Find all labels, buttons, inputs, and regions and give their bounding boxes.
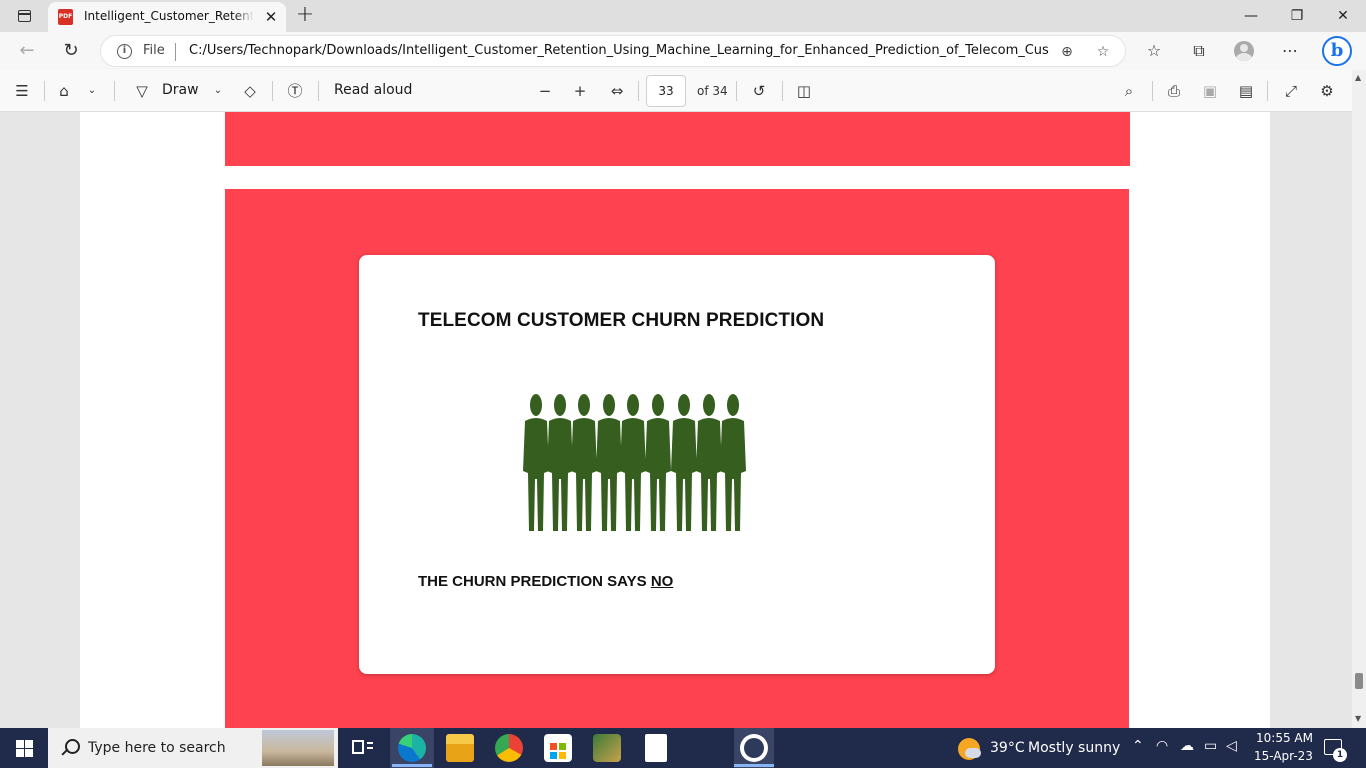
battery-icon[interactable]: ▭: [1204, 738, 1217, 754]
taskbar: Type here to search 39°C Mostly sunny ⌃ …: [0, 728, 1366, 768]
tab-title: Intelligent_Customer_Retention_Using_Mac…: [84, 9, 254, 25]
tray-chevron-icon[interactable]: ⌃: [1132, 738, 1144, 754]
url-text[interactable]: C:/Users/Technopark/Downloads/Intelligen…: [189, 43, 1049, 58]
draw-button[interactable]: Draw: [162, 82, 199, 98]
onedrive-icon[interactable]: ☁: [1180, 738, 1194, 754]
highlight-icon[interactable]: ⌂: [54, 79, 74, 103]
result-prefix: THE CHURN PREDICTION SAYS: [418, 573, 651, 590]
python-app-icon[interactable]: [593, 734, 621, 762]
toolbar-separator: [44, 81, 45, 101]
network-icon[interactable]: ◠: [1156, 738, 1168, 754]
minimize-button[interactable]: —: [1236, 4, 1266, 28]
toolbar-separator: [1152, 81, 1153, 101]
search-icon: [60, 738, 80, 758]
draw-dropdown-icon[interactable]: ⌄: [210, 79, 226, 103]
back-icon[interactable]: ←: [14, 39, 40, 63]
pdf-page: TELECOM CUSTOMER CHURN PREDICTION THE CH…: [80, 112, 1270, 728]
add-favorite-icon[interactable]: ☆: [1093, 42, 1113, 62]
notification-count: 1: [1333, 748, 1347, 762]
profile-icon[interactable]: [1234, 41, 1254, 61]
weather-temp[interactable]: 39°C: [990, 740, 1025, 756]
pdf-favicon-icon: PDF: [58, 9, 73, 25]
browser-tab[interactable]: PDF Intelligent_Customer_Retention_Using…: [48, 2, 286, 32]
clock-date[interactable]: 15-Apr-23: [1254, 749, 1313, 763]
info-icon[interactable]: i: [117, 44, 132, 59]
page-view-icon[interactable]: ◫: [794, 79, 814, 103]
omnibox-separator: [175, 43, 176, 61]
tab-bar: PDF Intelligent_Customer_Retention_Using…: [0, 0, 1366, 32]
highlight-dropdown-icon[interactable]: ⌄: [84, 79, 100, 103]
windows-start-icon[interactable]: [0, 728, 48, 768]
bing-icon[interactable]: b: [1322, 36, 1352, 66]
card-title: TELECOM CUSTOMER CHURN PREDICTION: [418, 310, 825, 331]
search-highlight-image[interactable]: [262, 730, 334, 766]
maximize-button[interactable]: ❐: [1282, 4, 1312, 28]
settings-gear-icon[interactable]: ⚙: [1316, 79, 1338, 103]
fit-width-icon[interactable]: ⇔: [606, 79, 628, 103]
close-window-button[interactable]: ✕: [1328, 4, 1358, 28]
file-explorer-icon[interactable]: [446, 734, 474, 762]
result-value: NO: [650, 573, 674, 590]
zoom-icon[interactable]: ⊕: [1057, 42, 1077, 62]
zoom-out-button[interactable]: −: [536, 79, 554, 103]
search-placeholder: Type here to search: [88, 740, 226, 756]
erase-icon[interactable]: ◇: [240, 79, 260, 103]
address-bar-row: ← ↻ i File C:/Users/Technopark/Downloads…: [0, 32, 1366, 70]
clock-time[interactable]: 10:55 AM: [1256, 731, 1313, 745]
pdf-toolbar: ☰ ⌂ ⌄ ▽ Draw ⌄ ◇ Ⓣ Read aloud − + ⇔ 33 o…: [0, 70, 1366, 112]
rotate-icon[interactable]: ↺: [749, 79, 769, 103]
favorites-icon[interactable]: ☆: [1141, 39, 1167, 63]
toolbar-separator: [272, 81, 273, 101]
find-icon[interactable]: ⌕: [1118, 79, 1140, 103]
edge-icon[interactable]: [398, 734, 426, 762]
toolbar-separator: [114, 81, 115, 101]
new-tab-button[interactable]: +: [294, 4, 316, 26]
contents-icon[interactable]: ☰: [12, 79, 32, 103]
chrome-icon[interactable]: [495, 734, 523, 762]
save-icon[interactable]: ▣: [1199, 79, 1221, 103]
toolbar-separator: [1267, 81, 1268, 101]
scroll-up-icon[interactable]: ▲: [1355, 73, 1361, 82]
more-icon[interactable]: ⋯: [1277, 39, 1303, 63]
page-number-input[interactable]: 33: [646, 75, 686, 107]
toolbar-separator: [782, 81, 783, 101]
fullscreen-icon[interactable]: ⤢: [1280, 79, 1302, 103]
volume-icon[interactable]: ◁: [1226, 738, 1237, 754]
people-group-icon: [523, 394, 746, 531]
active-indicator: [392, 764, 432, 767]
zoom-in-button[interactable]: +: [571, 79, 589, 103]
scheme-label: File: [143, 43, 165, 58]
weather-sun-icon[interactable]: [958, 738, 981, 760]
print-icon[interactable]: ⎙: [1163, 79, 1185, 103]
toolbar-separator: [638, 81, 639, 101]
draw-icon[interactable]: ▽: [132, 79, 152, 103]
save-as-icon[interactable]: ▤: [1235, 79, 1257, 103]
notepad-icon[interactable]: [645, 734, 667, 762]
app-screenshot-panel: TELECOM CUSTOMER CHURN PREDICTION THE CH…: [225, 189, 1129, 728]
vertical-scrollbar[interactable]: ▲ ▼: [1352, 70, 1366, 728]
collections-icon[interactable]: ⧉: [1186, 39, 1212, 63]
address-bar[interactable]: i File C:/Users/Technopark/Downloads/Int…: [100, 35, 1126, 67]
tab-close-icon[interactable]: ✕: [262, 8, 280, 26]
previous-screenshot-band: [225, 112, 1130, 166]
pdf-viewport[interactable]: TELECOM CUSTOMER CHURN PREDICTION THE CH…: [0, 112, 1352, 728]
read-aloud-button[interactable]: Read aloud: [334, 82, 412, 98]
taskbar-search[interactable]: Type here to search: [48, 728, 338, 768]
text-box-icon[interactable]: Ⓣ: [285, 79, 305, 103]
page-total: of 34: [697, 84, 728, 98]
prediction-card: TELECOM CUSTOMER CHURN PREDICTION THE CH…: [359, 255, 995, 674]
prediction-result: THE CHURN PREDICTION SAYS NO: [418, 573, 673, 590]
tab-actions-icon[interactable]: [12, 6, 36, 26]
task-view-icon[interactable]: [348, 734, 376, 762]
refresh-icon[interactable]: ↻: [58, 39, 84, 63]
scroll-down-icon[interactable]: ▼: [1355, 714, 1361, 723]
toolbar-separator: [736, 81, 737, 101]
active-indicator: [734, 764, 774, 767]
toolbar-separator: [318, 81, 319, 101]
scroll-thumb[interactable]: [1355, 673, 1363, 689]
whatsapp-icon[interactable]: [740, 734, 768, 762]
weather-desc[interactable]: Mostly sunny: [1028, 740, 1120, 756]
microsoft-store-icon[interactable]: [544, 734, 572, 762]
